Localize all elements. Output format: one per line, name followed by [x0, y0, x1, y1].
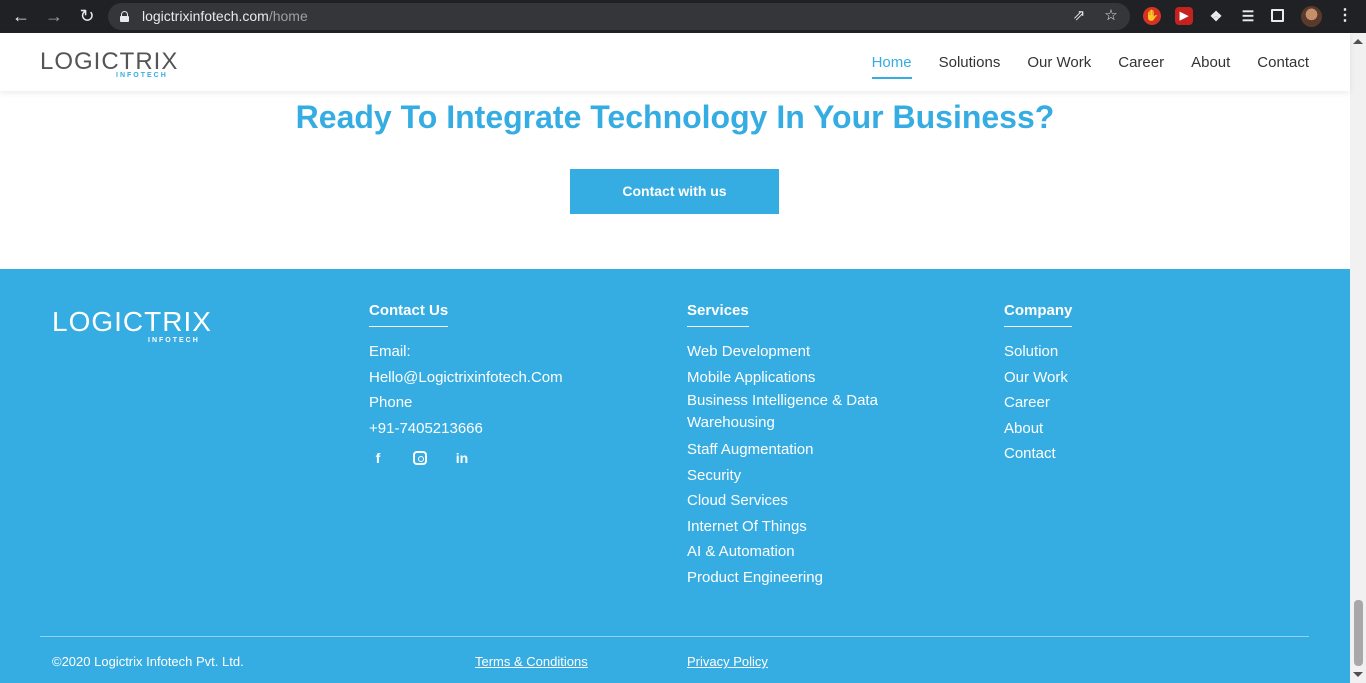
- back-icon[interactable]: ←: [11, 6, 31, 26]
- forward-icon[interactable]: →: [44, 6, 64, 26]
- footer-company-column: Company Solution Our Work Career About C…: [1004, 302, 1073, 467]
- copyright-text: ©2020 Logictrix Infotech Pvt. Ltd.: [52, 654, 244, 669]
- contact-with-us-button[interactable]: Contact with us: [570, 169, 779, 214]
- scrollbar-thumb[interactable]: [1354, 600, 1363, 666]
- service-link[interactable]: AI & Automation: [687, 539, 917, 565]
- company-link[interactable]: About: [1004, 416, 1072, 442]
- site-header: LOGICTRIX INFOTECH Home Solutions Our Wo…: [0, 33, 1350, 91]
- email-label: Email:: [369, 343, 411, 360]
- lock-icon: [120, 11, 129, 22]
- contact-heading: Contact Us: [369, 302, 449, 327]
- footer-logo-subtitle: INFOTECH: [148, 337, 200, 344]
- puzzle-extensions-icon[interactable]: ❖: [1207, 7, 1225, 25]
- nav-home[interactable]: Home: [871, 53, 912, 79]
- adblock-extension-icon[interactable]: ✋: [1143, 7, 1161, 25]
- service-link[interactable]: Business Intelligence & Data Warehousing: [687, 390, 917, 434]
- service-link[interactable]: Cloud Services: [687, 488, 917, 514]
- share-icon[interactable]: ⇗: [1070, 7, 1088, 25]
- star-icon[interactable]: ☆: [1102, 7, 1120, 25]
- footer-logo-wordmark: LOGICTRIX: [52, 306, 212, 337]
- address-bar[interactable]: logictrixinfotech.com/home ⇗ ☆: [108, 3, 1130, 30]
- phone-link[interactable]: +91-7405213666: [369, 416, 563, 442]
- privacy-link[interactable]: Privacy Policy: [687, 654, 768, 670]
- service-link[interactable]: Staff Augmentation: [687, 437, 917, 463]
- cta-heading: Ready To Integrate Technology In Your Bu…: [295, 99, 1055, 135]
- page-scrollbar[interactable]: [1350, 33, 1366, 683]
- nav-solutions[interactable]: Solutions: [939, 53, 1001, 79]
- terms-link[interactable]: Terms & Conditions: [475, 654, 588, 670]
- footer-contact-column: Contact Us Email: Hello@Logictrixinfotec…: [369, 302, 563, 467]
- company-link[interactable]: Solution: [1004, 339, 1072, 365]
- phone-label: Phone: [369, 394, 413, 411]
- media-queue-icon[interactable]: ☰: [1239, 7, 1257, 25]
- profile-avatar[interactable]: [1301, 6, 1322, 27]
- main-nav: Home Solutions Our Work Career About Con…: [845, 53, 1309, 79]
- company-link[interactable]: Contact: [1004, 441, 1072, 467]
- nav-career[interactable]: Career: [1118, 53, 1164, 79]
- more-menu-icon[interactable]: ⋮: [1336, 7, 1354, 25]
- site-footer: LOGICTRIX INFOTECH Contact Us Email: Hel…: [0, 269, 1350, 683]
- side-panel-icon[interactable]: [1271, 9, 1284, 22]
- email-link[interactable]: Hello@Logictrixinfotech.Com: [369, 365, 563, 391]
- footer-logo[interactable]: LOGICTRIX INFOTECH: [52, 306, 212, 345]
- logo-subtitle: INFOTECH: [116, 72, 168, 79]
- service-link[interactable]: Mobile Applications: [687, 365, 917, 391]
- service-link[interactable]: Web Development: [687, 339, 917, 365]
- scroll-down-arrow[interactable]: [1353, 672, 1363, 677]
- extension-red-icon[interactable]: ▶: [1175, 7, 1193, 25]
- instagram-icon[interactable]: [413, 451, 427, 465]
- service-link[interactable]: Internet Of Things: [687, 514, 917, 540]
- social-links: f in: [369, 449, 563, 467]
- footer-divider: [40, 636, 1309, 637]
- nav-our-work[interactable]: Our Work: [1027, 53, 1091, 79]
- site-logo[interactable]: LOGICTRIX INFOTECH: [40, 49, 178, 81]
- service-link[interactable]: Security: [687, 463, 917, 489]
- reload-icon[interactable]: ↻: [77, 6, 97, 26]
- scroll-up-arrow[interactable]: [1353, 39, 1363, 44]
- services-heading: Services: [687, 302, 749, 327]
- company-heading: Company: [1004, 302, 1073, 327]
- browser-toolbar: ← → ↻ logictrixinfotech.com/home ⇗ ☆ ✋ ▶…: [0, 0, 1366, 33]
- nav-contact[interactable]: Contact: [1257, 53, 1309, 79]
- linkedin-icon[interactable]: in: [453, 449, 471, 467]
- facebook-icon[interactable]: f: [369, 449, 387, 467]
- company-link[interactable]: Our Work: [1004, 365, 1072, 391]
- company-link[interactable]: Career: [1004, 390, 1072, 416]
- url-text[interactable]: logictrixinfotech.com/home: [142, 8, 308, 25]
- nav-about[interactable]: About: [1191, 53, 1230, 79]
- service-link[interactable]: Product Engineering: [687, 565, 917, 591]
- footer-services-column: Services Web Development Mobile Applicat…: [687, 302, 917, 590]
